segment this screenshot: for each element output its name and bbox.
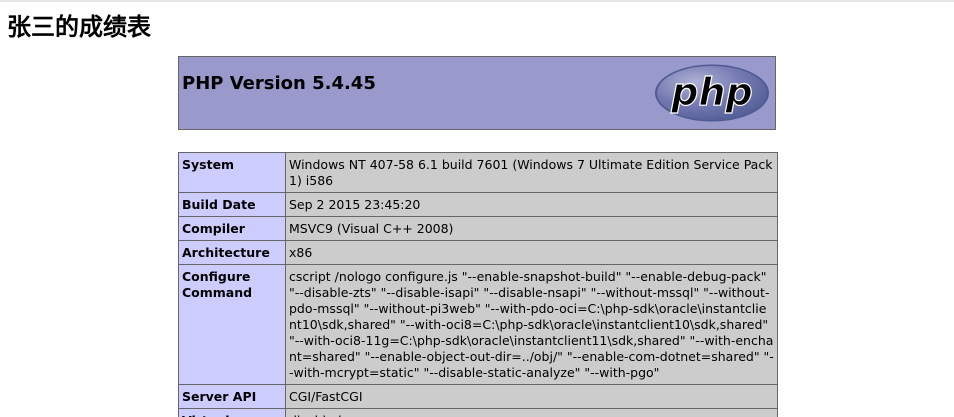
row-value: cscript /nologo configure.js "--enable-s… xyxy=(285,264,778,385)
row-key: Compiler xyxy=(178,216,286,241)
table-row: Architecture x86 xyxy=(178,240,778,265)
row-value: x86 xyxy=(285,240,778,265)
row-value: Windows NT 407-58 6.1 build 7601 (Window… xyxy=(285,152,778,193)
php-info-table: System Windows NT 407-58 6.1 build 7601 (… xyxy=(178,152,778,417)
table-row: System Windows NT 407-58 6.1 build 7601 (… xyxy=(178,152,778,193)
row-key: Server API xyxy=(178,384,286,409)
page-title: 张三的成绩表 xyxy=(7,13,151,41)
table-row: Compiler MSVC9 (Visual C++ 2008) xyxy=(178,216,778,241)
row-key: Configure Command xyxy=(178,264,286,385)
row-value: Sep 2 2015 23:45:20 xyxy=(285,192,778,217)
php-version-title: PHP Version 5.4.45 xyxy=(182,73,376,94)
row-key: Build Date xyxy=(178,192,286,217)
page: 张三的成绩表 PHP Version 5.4.45 php System Wind… xyxy=(0,0,954,417)
table-row: Build Date Sep 2 2015 23:45:20 xyxy=(178,192,778,217)
row-key: Architecture xyxy=(178,240,286,265)
row-value: disabled xyxy=(285,408,778,417)
php-version-header: PHP Version 5.4.45 php xyxy=(178,56,776,130)
row-value: MSVC9 (Visual C++ 2008) xyxy=(285,216,778,241)
table-row: Configure Command cscript /nologo configu… xyxy=(178,264,778,385)
top-divider xyxy=(0,0,954,2)
php-logo-icon: php xyxy=(655,64,769,122)
row-key: System xyxy=(178,152,286,193)
php-logo-text: php xyxy=(670,70,752,114)
table-row: Virtualdisabled xyxy=(178,408,778,417)
row-key: Virtual xyxy=(178,408,286,417)
table-row: Server API CGI/FastCGI xyxy=(178,384,778,409)
row-value: CGI/FastCGI xyxy=(285,384,778,409)
